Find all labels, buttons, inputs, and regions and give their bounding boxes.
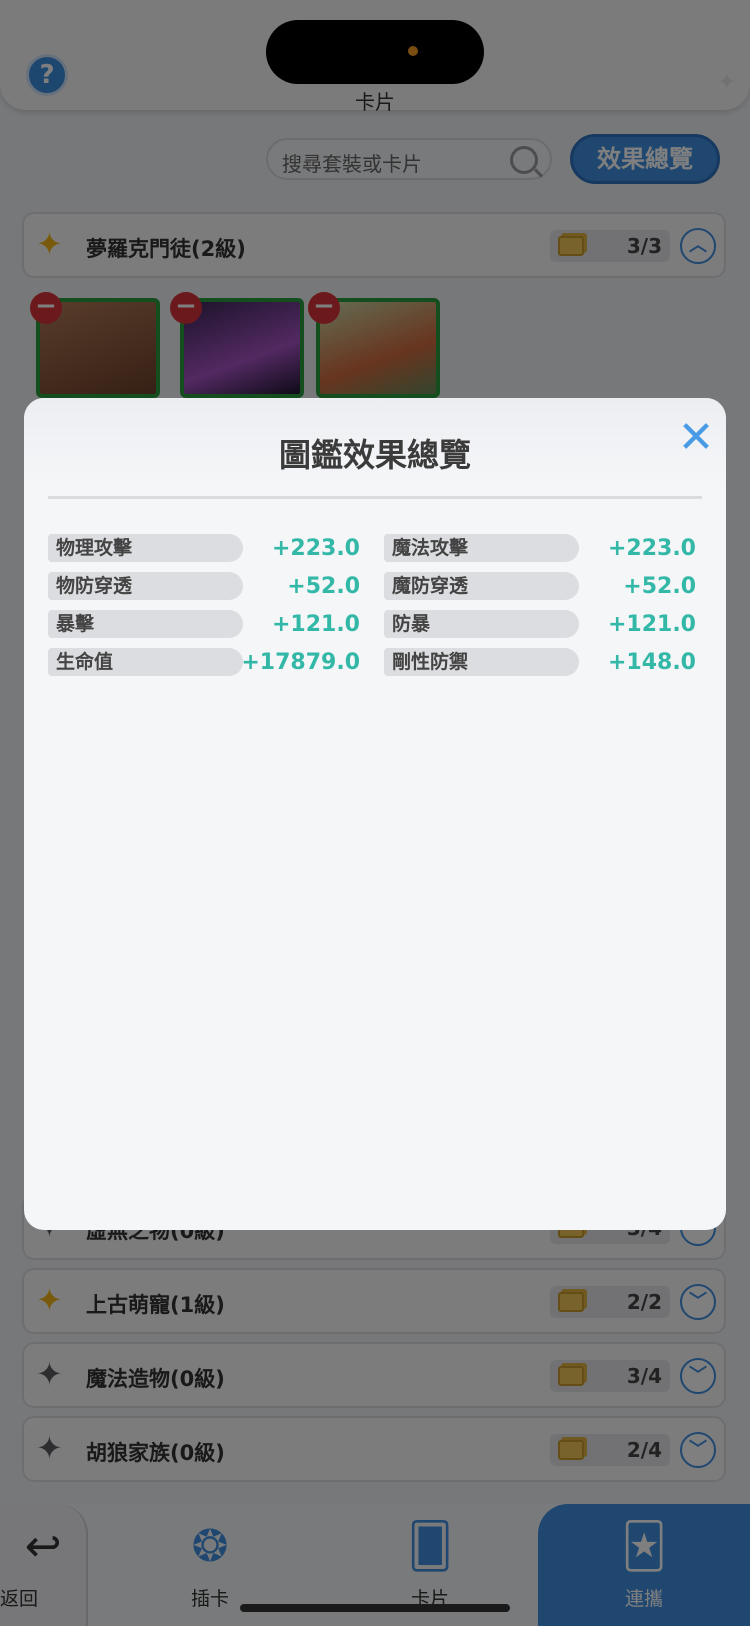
divider [48, 496, 702, 499]
stat-row: 生命值 +17879.0 剛性防禦 +148.0 [48, 648, 720, 686]
stat-item: 防暴 +121.0 [384, 610, 696, 640]
stat-row: 暴擊 +121.0 防暴 +121.0 [48, 610, 720, 648]
effect-overview-modal: 圖鑑效果總覽 ✕ 物理攻擊 +223.0 魔法攻擊 +223.0 物防穿透 +5… [24, 398, 726, 1230]
stat-item: 魔防穿透 +52.0 [384, 572, 696, 602]
stat-label: 物防穿透 [48, 572, 243, 600]
stat-value: +223.0 [607, 536, 696, 561]
stat-label: 防暴 [384, 610, 579, 638]
stat-value: +148.0 [607, 650, 696, 675]
stat-value: +223.0 [271, 536, 360, 561]
stat-label: 魔防穿透 [384, 572, 579, 600]
stat-label: 物理攻擊 [48, 534, 243, 562]
stat-item: 生命值 +17879.0 [48, 648, 360, 678]
modal-title: 圖鑑效果總覽 [278, 436, 471, 474]
stat-item: 物防穿透 +52.0 [48, 572, 360, 602]
stat-label: 生命值 [48, 648, 243, 676]
stat-value: +52.0 [623, 574, 696, 599]
stat-label: 魔法攻擊 [384, 534, 579, 562]
stat-list: 物理攻擊 +223.0 魔法攻擊 +223.0 物防穿透 +52.0 魔防穿透 … [48, 534, 720, 686]
stat-item: 魔法攻擊 +223.0 [384, 534, 696, 564]
stat-item: 剛性防禦 +148.0 [384, 648, 696, 678]
stat-label: 剛性防禦 [384, 648, 579, 676]
close-icon[interactable]: ✕ [676, 416, 716, 460]
stat-row: 物防穿透 +52.0 魔防穿透 +52.0 [48, 572, 720, 610]
stat-item: 暴擊 +121.0 [48, 610, 360, 640]
home-indicator [240, 1604, 510, 1612]
stat-label: 暴擊 [48, 610, 243, 638]
stat-value: +17879.0 [241, 650, 360, 675]
stat-value: +121.0 [607, 612, 696, 637]
stat-item: 物理攻擊 +223.0 [48, 534, 360, 564]
stat-value: +121.0 [271, 612, 360, 637]
stat-value: +52.0 [287, 574, 360, 599]
stat-row: 物理攻擊 +223.0 魔法攻擊 +223.0 [48, 534, 720, 572]
